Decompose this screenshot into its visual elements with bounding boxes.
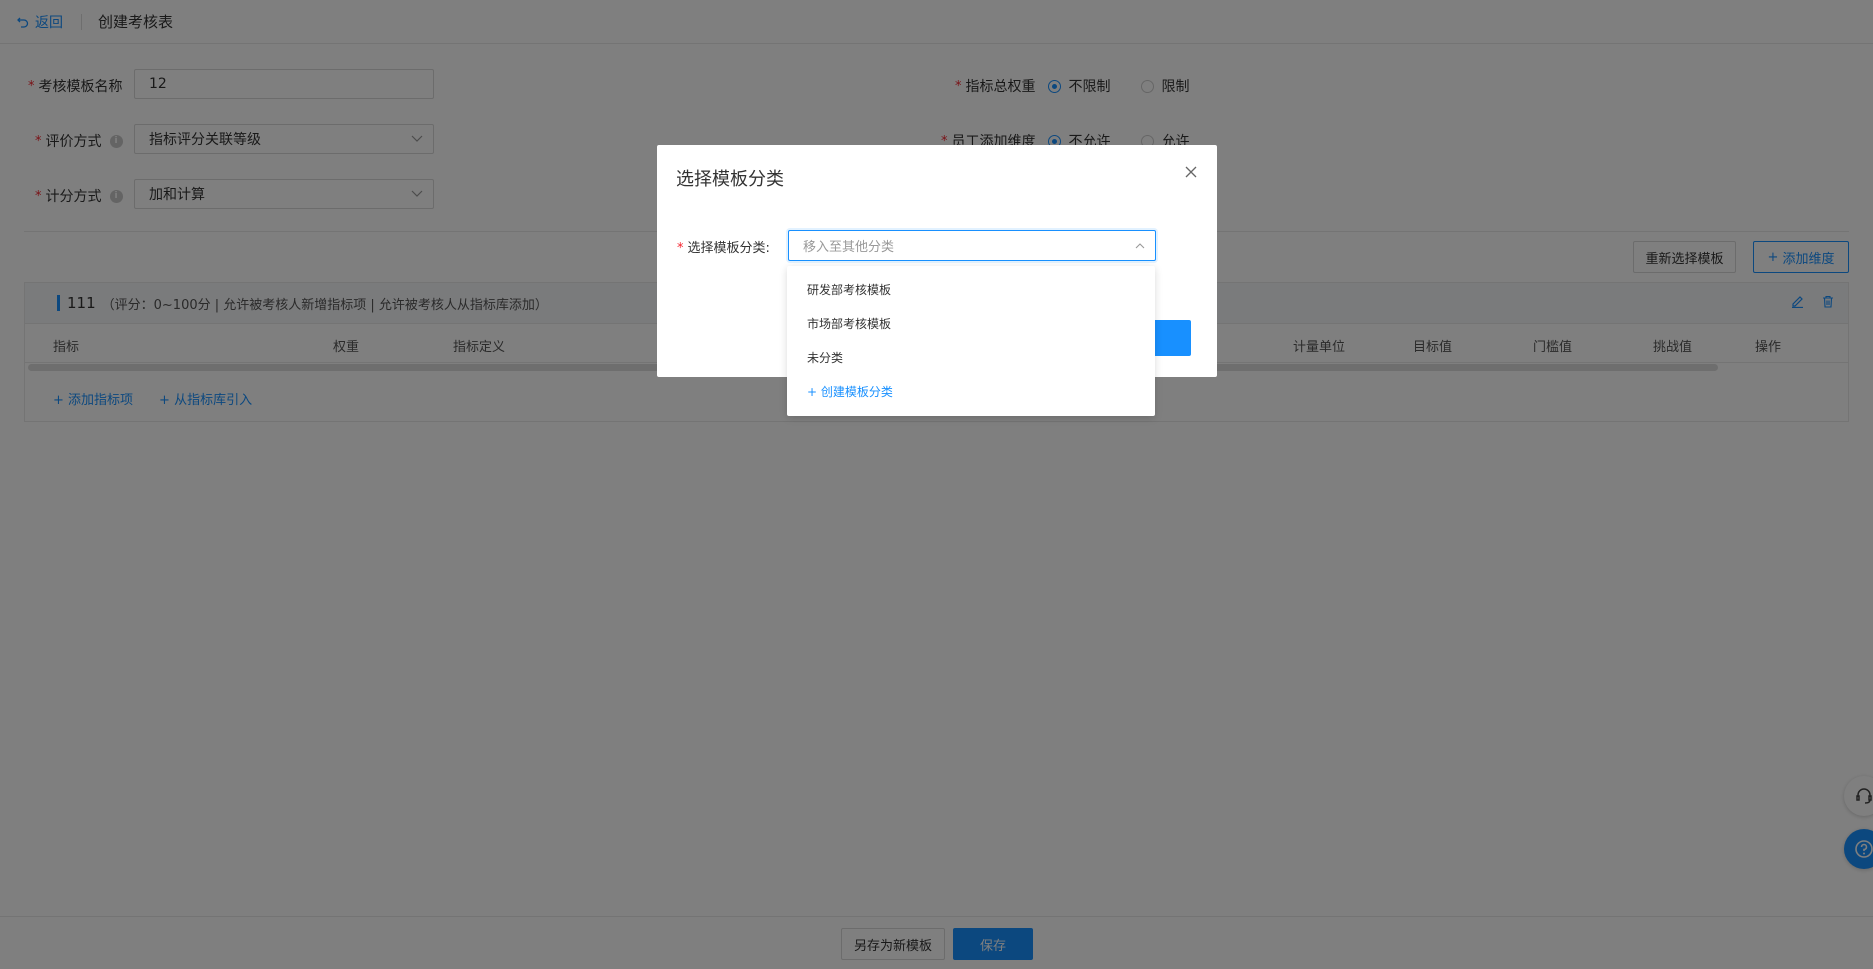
dropdown-option[interactable]: 市场部考核模板	[787, 306, 1155, 340]
create-category-option[interactable]: + 创建模板分类	[787, 374, 1155, 408]
category-field-label: * 选择模板分类:	[677, 241, 770, 256]
close-icon[interactable]	[1185, 166, 1197, 178]
dropdown-option[interactable]: 未分类	[787, 340, 1155, 374]
required-mark: *	[677, 241, 684, 256]
category-dropdown: 研发部考核模板 市场部考核模板 未分类 + 创建模板分类	[787, 266, 1155, 416]
category-select[interactable]: 移入至其他分类	[788, 230, 1156, 261]
chevron-up-icon	[1135, 243, 1145, 249]
dialog-title: 选择模板分类	[676, 169, 784, 190]
dropdown-option[interactable]: 研发部考核模板	[787, 272, 1155, 306]
category-select-placeholder: 移入至其他分类	[803, 240, 895, 255]
